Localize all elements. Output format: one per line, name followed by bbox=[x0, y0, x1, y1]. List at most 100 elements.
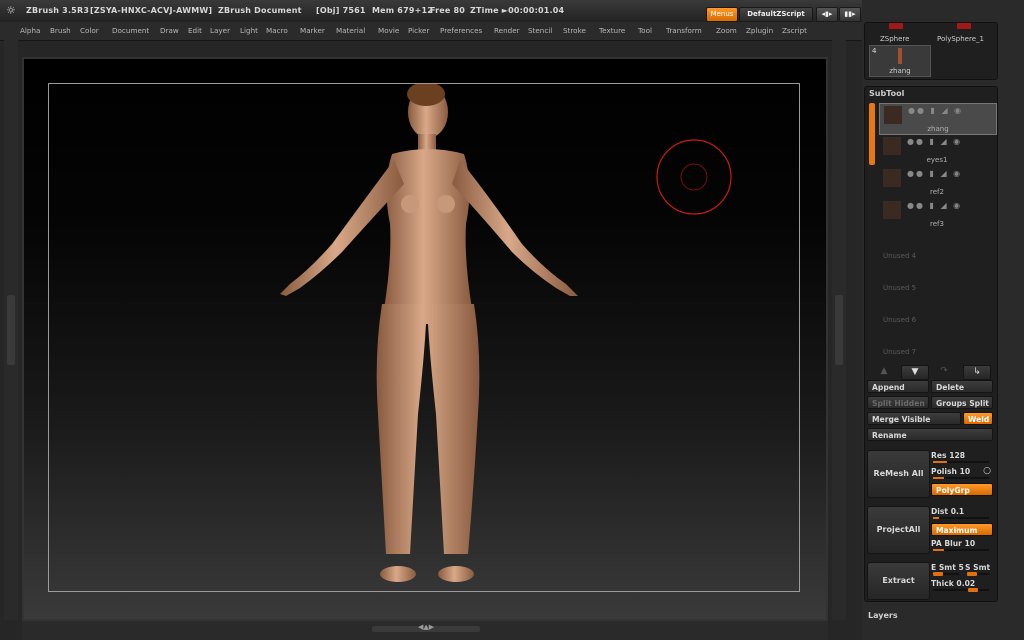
menu-alpha[interactable]: Alpha bbox=[20, 26, 40, 35]
weld-button[interactable]: Weld bbox=[963, 412, 993, 425]
maximum-button[interactable]: Maximum bbox=[931, 523, 993, 536]
layers-palette-header[interactable]: Layers bbox=[868, 611, 898, 620]
menu-zplugin[interactable]: Zplugin bbox=[746, 26, 773, 35]
menu-preferences[interactable]: Preferences bbox=[440, 26, 482, 35]
subtool-row[interactable]: Unused 5 bbox=[879, 263, 995, 293]
menu-color[interactable]: Color bbox=[80, 26, 99, 35]
document-name: ZBrush Document bbox=[218, 6, 302, 15]
subtool-list: ●● ▮ ◢ ◉ zhang ●● ▮ ◢ ◉ eyes1 ●● ▮ ◢ ◉ ref2 ●●… bbox=[865, 101, 997, 361]
menu-transform[interactable]: Transform bbox=[666, 26, 702, 35]
append-button[interactable]: Append bbox=[867, 380, 929, 393]
expand-arrows-icon[interactable]: ◀▲▶ bbox=[418, 623, 434, 631]
menu-movie[interactable]: Movie bbox=[378, 26, 399, 35]
split-hidden-button[interactable]: Split Hidden bbox=[867, 396, 929, 409]
menu-tool[interactable]: Tool bbox=[638, 26, 652, 35]
subtool-palette: SubTool ●● ▮ ◢ ◉ zhang ●● ▮ ◢ ◉ eyes1 ●● ▮ ◢… bbox=[864, 86, 998, 602]
menu-material[interactable]: Material bbox=[336, 26, 365, 35]
polysphere-thumb-icon[interactable] bbox=[957, 23, 971, 29]
project-all-button[interactable]: ProjectAll bbox=[867, 506, 930, 554]
subtool-toggles-icon[interactable]: ●● ▮ ◢ ◉ bbox=[907, 201, 962, 210]
scroll-left-icon[interactable]: ◂▮▸ bbox=[816, 7, 838, 22]
subtool-row-label: Unused 4 bbox=[883, 252, 917, 260]
ztime-readout: ZTime ►00:00:01.04 bbox=[470, 6, 565, 15]
subtool-row[interactable]: Unused 7 bbox=[879, 327, 995, 357]
menus-button[interactable]: Menus bbox=[706, 7, 738, 22]
subtool-row[interactable]: ●● ▮ ◢ ◉ zhang bbox=[879, 103, 997, 135]
subtool-row-label: ref2 bbox=[930, 188, 944, 196]
zsphere-thumb-icon[interactable] bbox=[889, 23, 903, 29]
menu-picker[interactable]: Picker bbox=[408, 26, 429, 35]
remesh-all-button[interactable]: ReMesh All bbox=[867, 450, 930, 498]
model-figure[interactable] bbox=[260, 84, 590, 594]
thick-slider[interactable]: Thick 0.02 bbox=[931, 579, 993, 592]
tool-polysphere-label[interactable]: PolySphere_1 bbox=[937, 35, 984, 43]
pa-blur-slider[interactable]: PA Blur 10 bbox=[931, 539, 993, 551]
subtool-header[interactable]: SubTool bbox=[869, 89, 904, 98]
menu-zoom[interactable]: Zoom bbox=[716, 26, 737, 35]
move-down-icon[interactable]: ▼ bbox=[901, 365, 929, 380]
obj-count: [Obj] 7561 bbox=[316, 6, 366, 15]
menu-zscript[interactable]: Zscript bbox=[782, 26, 807, 35]
subtool-row-label: zhang bbox=[927, 125, 949, 133]
current-tool-thumb[interactable]: 4 zhang bbox=[869, 45, 931, 77]
subtool-row[interactable]: Unused 6 bbox=[879, 295, 995, 325]
subtool-toggles-icon[interactable]: ●● ▮ ◢ ◉ bbox=[907, 137, 962, 146]
subtool-toggles-icon[interactable]: ●● ▮ ◢ ◉ bbox=[907, 169, 962, 178]
polish-slider-value: 10 bbox=[959, 467, 971, 476]
menu-document[interactable]: Document bbox=[112, 26, 149, 35]
tool-zsphere-label[interactable]: ZSphere bbox=[880, 35, 909, 43]
default-zscript-button[interactable]: DefaultZScript bbox=[739, 7, 813, 22]
e-smt-slider-value: 5 bbox=[958, 563, 964, 572]
subtool-row-label: Unused 5 bbox=[883, 284, 917, 292]
right-shelf-grip-icon[interactable] bbox=[835, 295, 843, 365]
polish-slider-label: Polish bbox=[931, 467, 957, 476]
subtool-row[interactable]: ●● ▮ ◢ ◉ eyes1 bbox=[879, 135, 995, 165]
tool-strip: ZSphere PolySphere_1 4 zhang bbox=[864, 22, 998, 80]
thick-slider-label: Thick bbox=[931, 579, 954, 588]
left-shelf-grip-icon[interactable] bbox=[7, 295, 15, 365]
merge-visible-button[interactable]: Merge Visible bbox=[867, 412, 961, 425]
brush-cursor bbox=[656, 139, 732, 215]
left-shelf bbox=[4, 40, 18, 620]
polygrp-button[interactable]: PolyGrp bbox=[931, 483, 993, 496]
scroll-right-icon[interactable]: ▮▮▸ bbox=[839, 7, 861, 22]
menu-render[interactable]: Render bbox=[494, 26, 520, 35]
menu-edit[interactable]: Edit bbox=[188, 26, 202, 35]
res-slider[interactable]: Res 128 bbox=[931, 451, 993, 463]
menu-texture[interactable]: Texture bbox=[599, 26, 625, 35]
mem-readout: Mem 679+12 bbox=[372, 6, 434, 15]
menu-stroke[interactable]: Stroke bbox=[563, 26, 586, 35]
subtool-toggles-icon[interactable]: ●● ▮ ◢ ◉ bbox=[908, 106, 963, 115]
extract-button[interactable]: Extract bbox=[867, 562, 930, 600]
app-title: ZBrush 3.5R3 bbox=[26, 6, 90, 15]
dist-slider-value: 0.1 bbox=[950, 507, 965, 516]
s-smt-slider[interactable]: S Smt bbox=[965, 563, 993, 576]
thick-slider-value: 0.02 bbox=[956, 579, 976, 588]
groups-split-button[interactable]: Groups Split bbox=[931, 396, 993, 409]
polish-circle-icon[interactable]: ○ bbox=[983, 466, 991, 476]
menu-stencil[interactable]: Stencil bbox=[528, 26, 552, 35]
menu-marker[interactable]: Marker bbox=[300, 26, 325, 35]
menu-brush[interactable]: Brush bbox=[50, 26, 71, 35]
move-up-icon[interactable]: ▲ bbox=[871, 365, 897, 378]
current-tool-figure-icon bbox=[898, 48, 902, 64]
e-smt-slider-label: E Smt bbox=[931, 563, 956, 572]
subtool-row[interactable]: ●● ▮ ◢ ◉ ref3 bbox=[879, 199, 995, 229]
insert-icon[interactable]: ↷ bbox=[931, 365, 957, 378]
e-smt-slider[interactable]: E Smt 5 bbox=[931, 563, 964, 576]
subtool-row[interactable]: ●● ▮ ◢ ◉ ref2 bbox=[879, 167, 995, 197]
subtool-row[interactable]: Unused 4 bbox=[879, 231, 995, 261]
dist-slider[interactable]: Dist 0.1 bbox=[931, 507, 993, 519]
delete-button[interactable]: Delete bbox=[931, 380, 993, 393]
current-tool-name: zhang bbox=[889, 67, 911, 75]
res-slider-label: Res bbox=[931, 451, 947, 460]
menu-light[interactable]: Light bbox=[240, 26, 258, 35]
polish-slider[interactable]: Polish 10 ○ bbox=[931, 466, 993, 479]
rename-button[interactable]: Rename bbox=[867, 428, 993, 441]
menu-macro[interactable]: Macro bbox=[266, 26, 288, 35]
duplicate-icon[interactable]: ↳ bbox=[963, 365, 991, 380]
menu-layer[interactable]: Layer bbox=[210, 26, 230, 35]
menu-draw[interactable]: Draw bbox=[160, 26, 179, 35]
subtool-row-label: Unused 7 bbox=[883, 348, 917, 356]
bottom-shelf: ◀▲▶ bbox=[22, 621, 828, 640]
